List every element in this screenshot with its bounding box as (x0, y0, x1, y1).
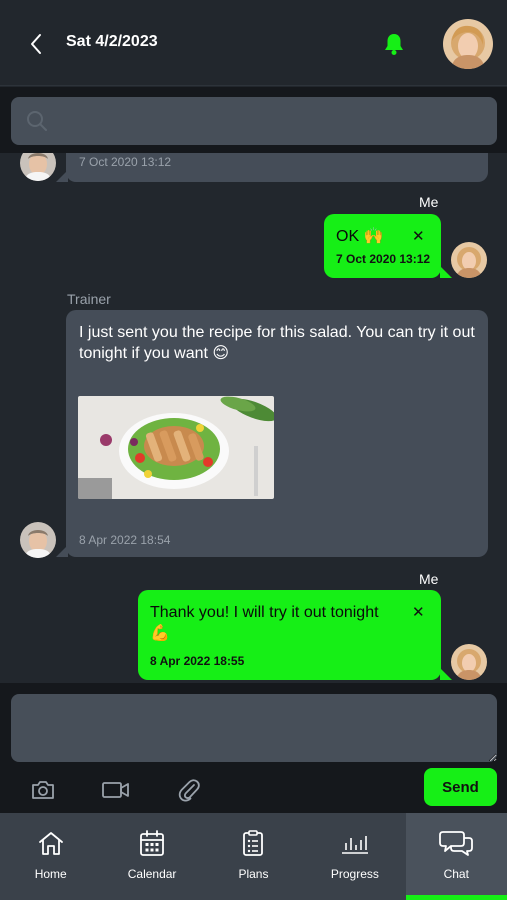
search-icon (27, 111, 47, 131)
bottom-nav: Home Calendar Plans Progress Chat (0, 813, 507, 900)
nav-item-calendar[interactable]: Calendar (101, 813, 202, 900)
trainer-avatar (20, 153, 56, 181)
sender-name: Trainer (67, 291, 111, 307)
message-bubble: 7 Oct 2020 13:12 (66, 153, 488, 182)
bubble-tail (440, 668, 452, 680)
message-timestamp: 8 Apr 2022 18:55 (150, 654, 245, 668)
notifications-button[interactable] (380, 30, 408, 58)
message-input[interactable] (11, 694, 497, 762)
search-input[interactable] (11, 97, 497, 145)
bubble-tail (440, 266, 452, 278)
clipboard-icon (243, 830, 264, 856)
nav-item-progress[interactable]: Progress (304, 813, 405, 900)
user-avatar-image (443, 19, 493, 69)
sender-name: Me (419, 194, 439, 210)
video-camera-icon (102, 782, 129, 798)
chat-icon (439, 831, 474, 856)
calendar-icon (140, 830, 164, 856)
header: Sat 4/2/2023 (0, 0, 507, 86)
salad-image[interactable] (78, 396, 274, 499)
paperclip-icon (178, 779, 200, 802)
composer: Send (0, 683, 507, 813)
message-timestamp: 8 Apr 2022 18:54 (79, 533, 171, 547)
message-bubble: I just sent you the recipe for this sala… (66, 310, 488, 557)
nav-item-label: Chat (443, 867, 469, 881)
camera-icon (32, 781, 54, 799)
nav-item-label: Calendar (127, 867, 177, 881)
search-bar (0, 87, 507, 153)
message-text: Thank you! I will try it out tonight 💪 (150, 604, 379, 642)
message-text: I just sent you the recipe for this sala… (79, 324, 475, 362)
send-button[interactable]: Send (424, 768, 497, 806)
delete-message-button[interactable]: ✕ (412, 227, 425, 245)
bell-icon (385, 34, 403, 55)
home-icon (38, 832, 63, 855)
nav-item-plans[interactable]: Plans (203, 813, 304, 900)
bar-chart-icon (341, 836, 368, 854)
chat-screen: Sat 4/2/2023 7 Oct 2020 13:12 Me OK 🙌 ✕ … (0, 0, 507, 900)
message-timestamp: 7 Oct 2020 13:12 (336, 252, 431, 266)
trainer-avatar (20, 522, 56, 558)
bubble-tail (56, 170, 68, 182)
camera-button[interactable] (28, 777, 58, 803)
video-button[interactable] (100, 777, 132, 803)
delete-message-button[interactable]: ✕ (412, 603, 425, 621)
nav-item-label: Progress (330, 867, 379, 881)
chevron-left-icon (31, 34, 41, 54)
message-list[interactable]: 7 Oct 2020 13:12 Me OK 🙌 ✕ 7 Oct 2020 13… (0, 153, 507, 683)
message-bubble: Thank you! I will try it out tonight 💪 ✕… (138, 590, 441, 680)
nav-item-label: Plans (238, 867, 269, 881)
bubble-tail (56, 545, 68, 557)
my-avatar (451, 242, 487, 278)
attach-button[interactable] (174, 777, 204, 803)
nav-item-chat[interactable]: Chat (405, 813, 507, 900)
message-bubble: OK 🙌 ✕ 7 Oct 2020 13:12 (324, 214, 441, 278)
user-avatar[interactable] (443, 19, 493, 69)
message-timestamp: 7 Oct 2020 13:12 (79, 155, 172, 169)
nav-item-label: Home (34, 867, 67, 881)
back-button[interactable] (24, 30, 48, 58)
message-text: OK 🙌 (336, 228, 384, 245)
my-avatar (451, 644, 487, 680)
sender-name: Me (419, 571, 439, 587)
page-title: Sat 4/2/2023 (66, 33, 158, 50)
nav-item-home[interactable]: Home (0, 813, 101, 900)
